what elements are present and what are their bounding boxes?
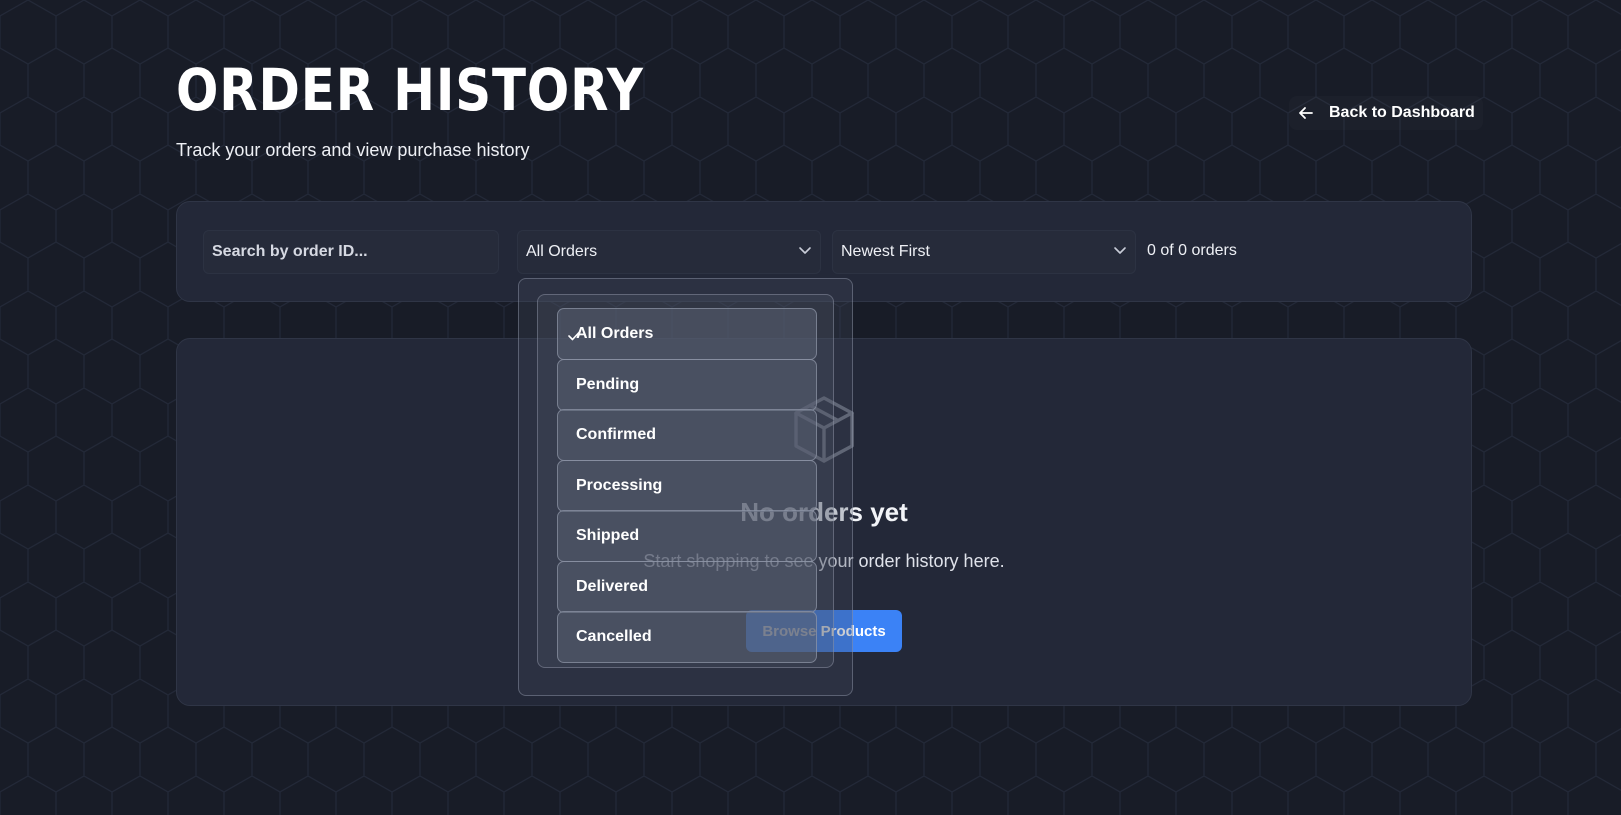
arrow-left-icon xyxy=(1297,104,1315,122)
check-icon xyxy=(568,328,580,346)
sort-select[interactable]: Newest First xyxy=(832,230,1136,274)
status-filter-select[interactable]: All Orders xyxy=(517,230,821,274)
page-subtitle: Track your orders and view purchase hist… xyxy=(176,140,530,160)
status-option-processing[interactable]: Processing xyxy=(557,459,817,512)
order-count: 0 of 0 orders xyxy=(1147,242,1237,259)
status-option-shipped[interactable]: Shipped xyxy=(557,510,817,562)
status-option-confirmed[interactable]: Confirmed xyxy=(557,409,817,461)
status-option-delivered[interactable]: Delivered xyxy=(557,560,817,613)
back-to-dashboard-button[interactable]: Back to Dashboard xyxy=(1289,96,1483,130)
sort-value: Newest First xyxy=(841,243,930,260)
status-option-label: Processing xyxy=(576,476,663,494)
status-filter-value: All Orders xyxy=(526,243,598,260)
page-title: ORDER HISTORY xyxy=(176,56,644,124)
status-option-label: Delivered xyxy=(576,577,649,595)
status-option-pending[interactable]: Pending xyxy=(557,358,817,411)
chevron-down-icon xyxy=(798,243,812,262)
status-option-label: All Orders xyxy=(576,325,654,342)
status-option-list: All Orders Pending Confirmed Processing … xyxy=(557,308,817,663)
status-option-label: Shipped xyxy=(576,527,640,544)
back-button-label: Back to Dashboard xyxy=(1329,104,1475,121)
order-history-page: ORDER HISTORY Track your orders and view… xyxy=(0,0,1621,815)
chevron-down-icon xyxy=(1113,243,1127,262)
status-option-cancelled[interactable]: Cancelled xyxy=(557,611,817,663)
status-dropdown-menu: All Orders Pending Confirmed Processing … xyxy=(518,278,853,696)
status-option-label: Pending xyxy=(576,375,640,393)
status-option-label: Confirmed xyxy=(576,426,656,443)
status-option-all-orders[interactable]: All Orders xyxy=(557,308,817,360)
status-option-label: Cancelled xyxy=(576,628,652,645)
status-dropdown-panel: All Orders Pending Confirmed Processing … xyxy=(537,294,834,668)
search-input[interactable] xyxy=(203,230,499,274)
